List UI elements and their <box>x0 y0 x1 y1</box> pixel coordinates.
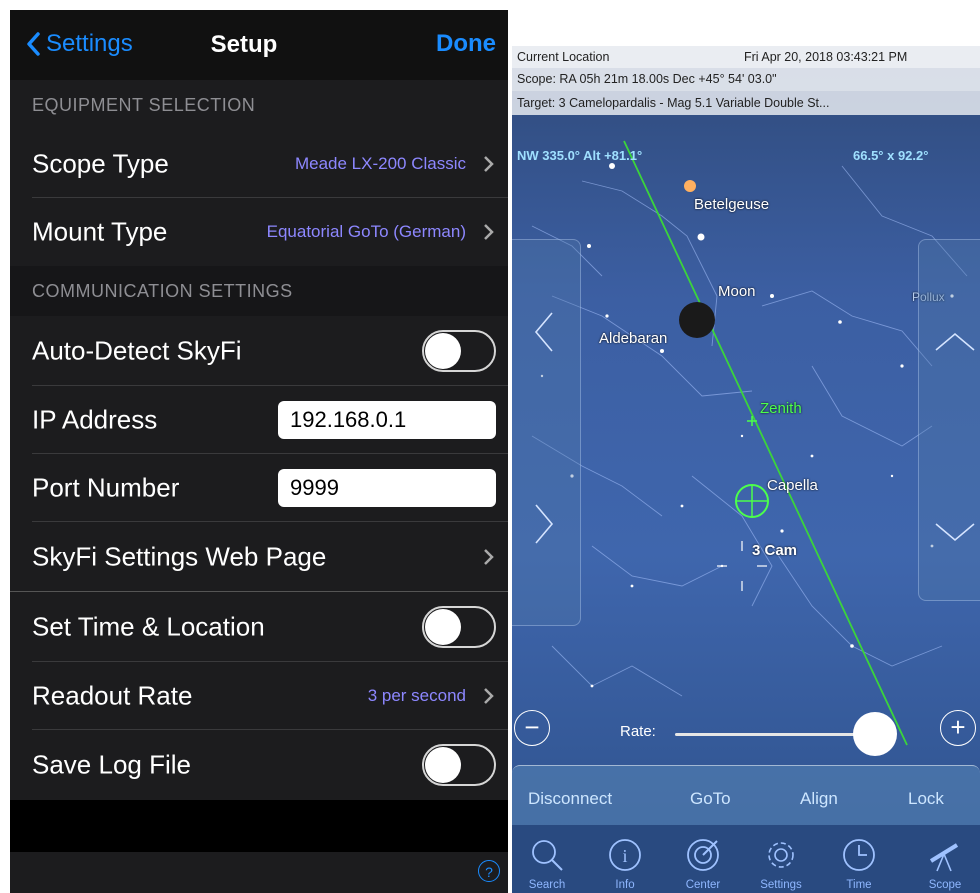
location-bar: Current Location Fri Apr 20, 2018 03:43:… <box>512 46 980 68</box>
plus-icon: + <box>950 712 966 742</box>
slew-south-icon[interactable] <box>933 520 977 544</box>
auto-detect-label: Auto-Detect SkyFi <box>32 335 242 366</box>
chevron-left-icon <box>27 32 40 56</box>
done-button[interactable]: Done <box>436 30 496 58</box>
chevron-right-icon <box>484 688 494 704</box>
scope-type-value: Meade LX-200 Classic <box>294 154 466 173</box>
back-label: Settings <box>46 30 133 57</box>
save-log-toggle[interactable] <box>422 744 496 786</box>
view-direction: NW 335.0° Alt +81.1° <box>517 148 643 163</box>
ip-address-field[interactable]: 192.168.0.1 <box>278 401 496 439</box>
gear-icon <box>768 842 794 868</box>
label-moon: Moon <box>718 283 756 300</box>
readout-rate-row[interactable]: Readout Rate 3 per second <box>10 662 508 730</box>
tab-time[interactable]: Time <box>824 825 894 893</box>
telescope-icon <box>929 843 959 872</box>
tab-label-settings: Settings <box>760 879 802 891</box>
tab-scope[interactable]: Scope <box>910 825 980 893</box>
readout-rate-label: Readout Rate <box>32 680 193 711</box>
auto-detect-toggle[interactable] <box>422 330 496 372</box>
web-page-label: SkyFi Settings Web Page <box>32 541 327 572</box>
port-number-label: Port Number <box>32 472 180 503</box>
help-button[interactable]: ? <box>478 860 500 882</box>
chevron-right-icon <box>484 156 494 172</box>
slew-west-icon[interactable] <box>532 310 556 354</box>
section-header-communication: COMMUNICATION SETTINGS <box>10 266 508 316</box>
save-log-row: Save Log File <box>10 730 508 800</box>
tab-info[interactable]: i Info <box>590 825 660 893</box>
tab-label-time: Time <box>846 879 872 891</box>
ip-address-label: IP Address <box>32 404 158 435</box>
footer-bar: ? <box>10 852 508 893</box>
datetime-text: Fri Apr 20, 2018 03:43:21 PM <box>744 50 908 64</box>
tab-settings[interactable]: Settings <box>746 825 816 893</box>
port-number-field[interactable]: 9999 <box>278 469 496 507</box>
tab-label-info: Info <box>615 879 635 891</box>
toggle-knob <box>425 609 461 645</box>
toggle-knob <box>425 333 461 369</box>
align-button[interactable]: Align <box>800 789 838 809</box>
auto-detect-row: Auto-Detect SkyFi <box>10 316 508 386</box>
scope-command-bar: Disconnect GoTo Align Lock <box>512 765 980 826</box>
slew-north-icon[interactable] <box>933 330 977 354</box>
set-time-label: Set Time & Location <box>32 611 265 642</box>
lock-button[interactable]: Lock <box>908 789 944 809</box>
mount-type-label: Mount Type <box>32 216 168 247</box>
tab-search[interactable]: Search <box>512 825 582 893</box>
zoom-in-button[interactable]: + <box>940 710 976 746</box>
info-icon: i <box>609 839 641 871</box>
search-icon <box>532 840 563 871</box>
label-betelgeuse: Betelgeuse <box>694 196 770 213</box>
mount-type-value: Equatorial GoTo (German) <box>266 222 466 241</box>
rate-slider-knob[interactable] <box>853 712 897 756</box>
goto-button[interactable]: GoTo <box>690 789 731 809</box>
label-zenith: Zenith <box>760 400 802 417</box>
toggle-knob <box>425 747 461 783</box>
rate-label: Rate: <box>620 723 656 740</box>
mount-type-row[interactable]: Mount Type Equatorial GoTo (German) <box>10 198 508 266</box>
web-page-row[interactable]: SkyFi Settings Web Page <box>10 522 508 592</box>
tab-label-center: Center <box>685 879 721 891</box>
ip-address-row: IP Address 192.168.0.1 <box>10 386 508 454</box>
label-aldebaran: Aldebaran <box>599 330 668 347</box>
clock-icon <box>843 839 875 871</box>
disconnect-button[interactable]: Disconnect <box>528 789 612 809</box>
tab-label-search: Search <box>528 879 566 891</box>
chevron-right-icon <box>484 224 494 240</box>
target-bar: Target: 3 Camelopardalis - Mag 5.1 Varia… <box>512 91 980 115</box>
minus-icon: − <box>524 712 540 742</box>
scope-type-row[interactable]: Scope Type Meade LX-200 Classic <box>10 130 508 198</box>
zoom-out-button[interactable]: − <box>514 710 550 746</box>
set-time-toggle[interactable] <box>422 606 496 648</box>
tab-bar: Search i Info Center Settings Time Scope <box>512 825 980 893</box>
slew-right-panel <box>918 239 980 601</box>
port-number-row: Port Number 9999 <box>10 454 508 522</box>
sky-map[interactable]: Current Location Fri Apr 20, 2018 03:43:… <box>512 46 980 893</box>
svg-text:i: i <box>622 846 627 866</box>
center-target-icon <box>687 839 719 871</box>
scope-position-bar: Scope: RA 05h 21m 18.00s Dec +45° 54' 03… <box>512 68 980 91</box>
tab-center[interactable]: Center <box>668 825 738 893</box>
rate-slider-track[interactable] <box>675 733 875 736</box>
field-of-view: 66.5° x 92.2° <box>853 148 929 163</box>
slew-east-icon[interactable] <box>532 502 556 546</box>
back-button[interactable]: Settings <box>26 30 133 58</box>
scope-type-label: Scope Type <box>32 148 169 179</box>
save-log-label: Save Log File <box>32 749 191 780</box>
label-target: 3 Cam <box>752 542 798 559</box>
location-text: Current Location <box>517 50 610 64</box>
chevron-right-icon <box>484 549 494 565</box>
navigation-bar: Settings Setup Done <box>10 10 508 80</box>
section-header-equipment: EQUIPMENT SELECTION <box>10 80 508 130</box>
slew-left-panel <box>512 239 581 626</box>
tab-label-scope: Scope <box>928 879 962 891</box>
readout-rate-value: 3 per second <box>367 686 466 705</box>
set-time-row: Set Time & Location <box>10 592 508 662</box>
setup-panel: Settings Setup Done EQUIPMENT SELECTION … <box>10 10 508 893</box>
label-capella: Capella <box>767 477 818 494</box>
